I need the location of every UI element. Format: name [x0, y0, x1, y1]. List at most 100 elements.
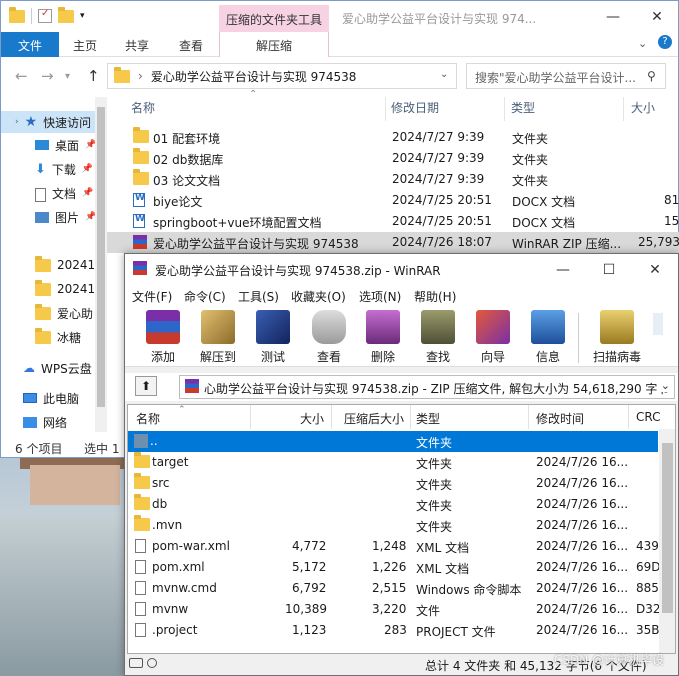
- archive-list-scrollbar[interactable]: [659, 429, 675, 653]
- winrar-path-bar: ⬆ 心助学公益平台设计与实现 974538.zip - ZIP 压缩文件, 解包…: [125, 373, 678, 401]
- properties-icon[interactable]: ✓: [38, 8, 52, 23]
- tab-home[interactable]: 主页: [67, 32, 103, 57]
- nav-item-downloads[interactable]: ⬇ 下载 📌: [1, 158, 106, 180]
- up-one-level-icon[interactable]: ⬆: [135, 376, 157, 396]
- column-header-modified[interactable]: 修改时间: [536, 405, 584, 429]
- address-dropdown-icon[interactable]: ⌄: [440, 69, 448, 80]
- column-header-type[interactable]: 类型: [511, 97, 535, 119]
- tab-share[interactable]: 共享: [119, 32, 155, 57]
- search-input[interactable]: 搜索"爱心助学公益平台设计...: [466, 63, 666, 89]
- winrar-close-button[interactable]: ✕: [633, 254, 677, 285]
- file-row[interactable]: 01 配套环境 2024/7/27 9:39 文件夹: [107, 127, 679, 148]
- archive-row[interactable]: .project 1,123 283 PROJECT 文件 2024/7/26 …: [128, 620, 660, 641]
- archive-row[interactable]: pom-war.xml 4,772 1,248 XML 文档 2024/7/26…: [128, 536, 659, 557]
- customize-qat-icon[interactable]: ▾: [80, 11, 85, 21]
- delete-icon: [366, 310, 400, 344]
- file-row[interactable]: springboot+vue环境配置文档 2024/7/25 20:51 DOC…: [107, 211, 679, 232]
- column-header-size[interactable]: 大小: [300, 405, 324, 429]
- folder-icon: [133, 148, 149, 164]
- file-row[interactable]: 02 db数据库 2024/7/27 9:39 文件夹: [107, 148, 679, 169]
- nav-item-wps-cloud[interactable]: ☁ WPS云盘: [1, 357, 106, 379]
- winrar-minimize-button[interactable]: —: [541, 254, 585, 285]
- folder-icon: [133, 127, 149, 143]
- archive-row[interactable]: src 文件夹 2024/7/26 16...: [128, 473, 658, 494]
- column-header-crc[interactable]: CRC: [636, 405, 661, 429]
- tab-view[interactable]: 查看: [173, 32, 209, 57]
- minimize-button[interactable]: —: [591, 1, 635, 32]
- find-button[interactable]: 查找: [412, 310, 464, 366]
- column-header-packed[interactable]: 压缩后大小: [344, 405, 404, 429]
- nav-scrollbar[interactable]: [95, 97, 107, 432]
- archive-path-field[interactable]: 心助学公益平台设计与实现 974538.zip - ZIP 压缩文件, 解包大小…: [179, 375, 675, 399]
- archive-row[interactable]: mvnw 10,389 3,220 文件 2024/7/26 16... D32: [128, 599, 661, 620]
- back-icon[interactable]: ←: [15, 67, 28, 85]
- address-bar[interactable]: › 爱心助学公益平台设计与实现 974538: [107, 63, 457, 89]
- tab-file[interactable]: 文件: [1, 32, 59, 57]
- test-button[interactable]: 测试: [247, 310, 299, 366]
- menu-commands[interactable]: 命令(C): [184, 288, 226, 305]
- wizard-button[interactable]: 向导: [467, 310, 519, 366]
- computer-icon: [23, 393, 37, 403]
- delete-button[interactable]: 删除: [357, 310, 409, 366]
- toolbar-overflow-icon[interactable]: [653, 313, 663, 335]
- path-dropdown-icon[interactable]: ⌄: [656, 379, 670, 392]
- column-header-type[interactable]: 类型: [416, 405, 440, 429]
- file-row[interactable]: biye论文 2024/7/25 20:51 DOCX 文档 81: [107, 190, 679, 211]
- recent-dropdown-icon[interactable]: ▾: [65, 71, 70, 82]
- virus-scan-button[interactable]: 扫描病毒: [587, 310, 647, 366]
- nav-item-folder-1[interactable]: 202410: [1, 254, 106, 276]
- address-row: ← → ▾ ↑ › 爱心助学公益平台设计与实现 974538 ⌄ 搜索"爱心助学…: [1, 59, 678, 93]
- script-file-icon: [135, 581, 146, 595]
- extract-to-button[interactable]: 解压到: [192, 310, 244, 366]
- nav-item-network[interactable]: 网络: [1, 411, 106, 432]
- archive-row[interactable]: target 文件夹 2024/7/26 16...: [128, 452, 658, 473]
- new-folder-icon[interactable]: [58, 6, 74, 23]
- archive-row[interactable]: mvnw.cmd 6,792 2,515 Windows 命令脚本 2024/7…: [128, 578, 659, 599]
- help-icon[interactable]: ?: [658, 35, 672, 49]
- nav-item-folder-2[interactable]: 202410: [1, 278, 106, 300]
- column-header-size[interactable]: 大小: [631, 97, 655, 119]
- menu-favorites[interactable]: 收藏夹(O): [291, 288, 346, 305]
- ribbon-expand-icon[interactable]: ⌄: [638, 37, 647, 50]
- view-button[interactable]: 查看: [303, 310, 355, 366]
- file-row-selected[interactable]: 爱心助学公益平台设计与实现 974538 2024/7/26 18:07 Win…: [107, 232, 679, 253]
- menu-file[interactable]: 文件(F): [132, 288, 172, 305]
- nav-item-folder-4[interactable]: 冰糖: [1, 326, 106, 348]
- nav-item-pictures[interactable]: 图片 📌: [1, 206, 106, 228]
- docx-icon: [133, 193, 145, 207]
- key-icon[interactable]: [147, 658, 157, 668]
- nav-item-desktop[interactable]: 桌面 📌: [1, 134, 106, 156]
- column-header-name[interactable]: 名称: [136, 405, 160, 429]
- explorer-status-bar: 6 个项目 选中 1: [1, 437, 126, 459]
- winrar-maximize-button[interactable]: ☐: [587, 254, 631, 285]
- tab-extract[interactable]: 解压缩: [219, 32, 329, 57]
- menu-help[interactable]: 帮助(H): [414, 288, 456, 305]
- nav-item-this-pc[interactable]: 此电脑: [1, 387, 106, 409]
- archive-row[interactable]: pom.xml 5,172 1,226 XML 文档 2024/7/26 16.…: [128, 557, 661, 578]
- menu-options[interactable]: 选项(N): [359, 288, 401, 305]
- search-icon[interactable]: ⚲: [647, 69, 656, 83]
- nav-item-quick-access[interactable]: › ★ 快速访问: [1, 111, 106, 133]
- network-icon: [23, 416, 37, 428]
- menu-tools[interactable]: 工具(S): [238, 288, 279, 305]
- up-icon[interactable]: ↑: [87, 67, 100, 85]
- parent-folder-icon: [134, 434, 148, 448]
- add-archive-icon: [146, 310, 180, 344]
- nav-item-folder-3[interactable]: 爱心助: [1, 302, 106, 324]
- archive-row-selected[interactable]: .. 文件夹: [128, 431, 658, 452]
- folder-icon: [114, 66, 130, 83]
- close-button[interactable]: ✕: [635, 1, 679, 32]
- column-header-date[interactable]: 修改日期: [391, 97, 439, 119]
- forward-icon[interactable]: →: [41, 67, 54, 85]
- add-button[interactable]: 添加: [137, 310, 189, 366]
- file-row[interactable]: 03 论文文档 2024/7/27 9:39 文件夹: [107, 169, 679, 190]
- drive-icon[interactable]: [129, 658, 143, 668]
- info-button[interactable]: 信息: [522, 310, 574, 366]
- column-header-name[interactable]: 名称: [131, 97, 155, 119]
- breadcrumb-separator-icon: ›: [138, 69, 143, 83]
- extract-folder-icon: [201, 310, 235, 344]
- archive-row[interactable]: db 文件夹 2024/7/26 16...: [128, 494, 658, 515]
- nav-item-documents[interactable]: 文档 📌: [1, 182, 106, 204]
- expand-chevron-icon[interactable]: ›: [15, 117, 19, 127]
- archive-row[interactable]: .mvn 文件夹 2024/7/26 16...: [128, 515, 658, 536]
